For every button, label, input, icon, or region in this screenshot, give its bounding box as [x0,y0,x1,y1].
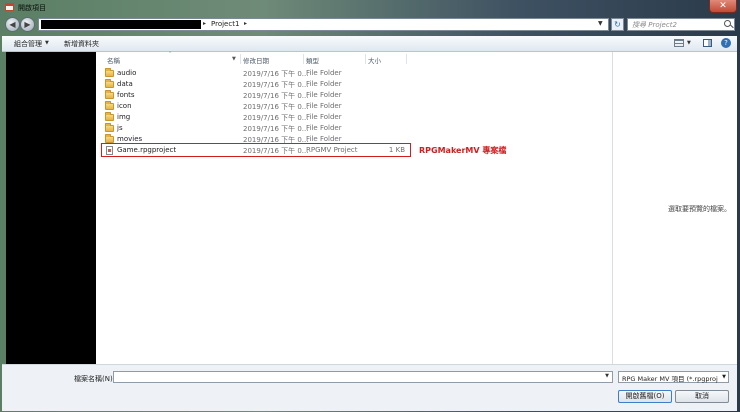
column-date[interactable]: 修改日期 [243,55,269,65]
open-button[interactable]: 開啟舊檔(O) [618,390,672,403]
search-placeholder: 搜尋 Project2 [632,21,677,29]
file-name: fonts [117,91,135,99]
filename-input[interactable]: ▼ [113,371,613,383]
folder-icon [105,68,114,77]
file-type: File Folder [306,91,342,99]
redacted-path [41,20,201,29]
file-date: 2019/7/16 下午 0... [243,114,309,122]
column-type[interactable]: 類型 [306,55,319,65]
search-input[interactable]: 搜尋 Project2 [627,18,735,31]
filename-label: 檔案名稱(N): [74,375,116,383]
folder-icon [105,123,114,132]
address-row: ◀ ▶ ▸ Project1 ▸ ▼ ↻ 搜尋 Project2 [0,16,740,34]
annotation-label: RPGMakerMV 專案檔 [419,146,507,155]
title-bar: 開啟項目 ✕ [0,0,740,16]
file-type: File Folder [306,102,342,110]
file-date: 2019/7/16 下午 0... [243,92,309,100]
file-type: File Folder [306,124,342,132]
preview-pane-icon[interactable] [703,39,712,47]
navigation-pane[interactable] [6,52,96,364]
chevron-down-icon[interactable]: ▼ [598,20,603,27]
open-dialog: 開啟項目 ✕ ◀ ▶ ▸ Project1 ▸ ▼ ↻ 搜尋 Project2 … [0,0,740,412]
arrow-left-icon: ◀ [9,20,16,29]
refresh-button[interactable]: ↻ [611,18,624,31]
chevron-down-icon: ▼ [45,40,49,46]
file-type-value: RPG Maker MV 項目 (*.rpgproject) [622,375,718,383]
column-divider[interactable] [303,54,304,64]
list-item[interactable]: data 2019/7/16 下午 0... File Folder [102,79,602,90]
file-type: File Folder [306,135,342,143]
list-item[interactable]: img 2019/7/16 下午 0... File Folder [102,112,602,123]
forward-button[interactable]: ▶ [20,17,35,32]
file-name: js [117,124,123,132]
app-icon [5,3,14,11]
view-options-icon[interactable] [674,39,684,47]
new-folder-button[interactable]: 新增資料夾 [64,39,99,49]
close-button[interactable]: ✕ [709,0,737,13]
window-title: 開啟項目 [18,4,46,12]
column-header-row: ⌃ 名稱 ▼ 修改日期 類型 大小 [96,51,612,65]
file-name: data [117,80,133,88]
preview-pane: 選取要預覽的檔案。 [612,52,737,364]
list-item[interactable]: audio 2019/7/16 下午 0... File Folder [102,68,602,79]
file-type: File Folder [306,80,342,88]
annotation-highlight-box [101,143,411,157]
folder-icon [105,79,114,88]
list-item[interactable]: icon 2019/7/16 下午 0... File Folder [102,101,602,112]
toolbar: 組合管理 ▼ 新增資料夾 ▼ ? [2,36,737,52]
file-date: 2019/7/16 下午 0... [243,103,309,111]
folder-icon [105,134,114,143]
chevron-down-icon[interactable]: ▼ [687,40,691,46]
breadcrumb-project1[interactable]: Project1 [211,20,239,28]
file-type: File Folder [306,113,342,121]
folder-icon [105,101,114,110]
close-icon: ✕ [719,1,727,11]
file-name: icon [117,102,132,110]
list-item[interactable]: js 2019/7/16 下午 0... File Folder [102,123,602,134]
column-name[interactable]: 名稱 [107,55,120,65]
back-button[interactable]: ◀ [5,17,20,32]
file-date: 2019/7/16 下午 0... [243,125,309,133]
arrow-right-icon: ▶ [24,20,31,29]
cancel-button[interactable]: 取消 [675,390,729,403]
organize-button[interactable]: 組合管理 [14,39,42,49]
file-list[interactable]: ⌃ 名稱 ▼ 修改日期 類型 大小 audio 2019/7/16 下午 0..… [96,51,612,364]
column-divider[interactable] [406,54,407,64]
breadcrumb-separator[interactable]: ▸ [244,20,247,27]
file-type-select[interactable]: RPG Maker MV 項目 (*.rpgproject) ▼ [618,371,729,383]
bottom-bar: 檔案名稱(N): ▼ RPG Maker MV 項目 (*.rpgproject… [2,364,737,411]
column-divider[interactable] [365,54,366,64]
sort-indicator-icon: ⌃ [168,51,173,57]
preview-message: 選取要預覽的檔案。 [668,205,731,213]
file-name: img [117,113,131,121]
help-icon[interactable]: ? [721,38,731,48]
file-type: File Folder [306,69,342,77]
chevron-down-icon[interactable]: ▼ [232,56,236,62]
file-name: audio [117,69,137,77]
refresh-icon: ↻ [614,20,621,29]
file-date: 2019/7/16 下午 0... [243,81,309,89]
file-name: movies [117,135,143,143]
list-item[interactable]: fonts 2019/7/16 下午 0... File Folder [102,90,602,101]
breadcrumb-separator[interactable]: ▸ [203,20,206,27]
folder-icon [105,90,114,99]
column-divider[interactable] [240,54,241,64]
search-icon [724,20,731,27]
address-bar[interactable]: ▸ Project1 ▸ ▼ [38,18,609,31]
folder-icon [105,112,114,121]
column-size[interactable]: 大小 [368,55,381,65]
file-date: 2019/7/16 下午 0... [243,70,309,78]
chevron-down-icon[interactable]: ▼ [605,373,609,379]
chevron-down-icon: ▼ [722,374,726,380]
